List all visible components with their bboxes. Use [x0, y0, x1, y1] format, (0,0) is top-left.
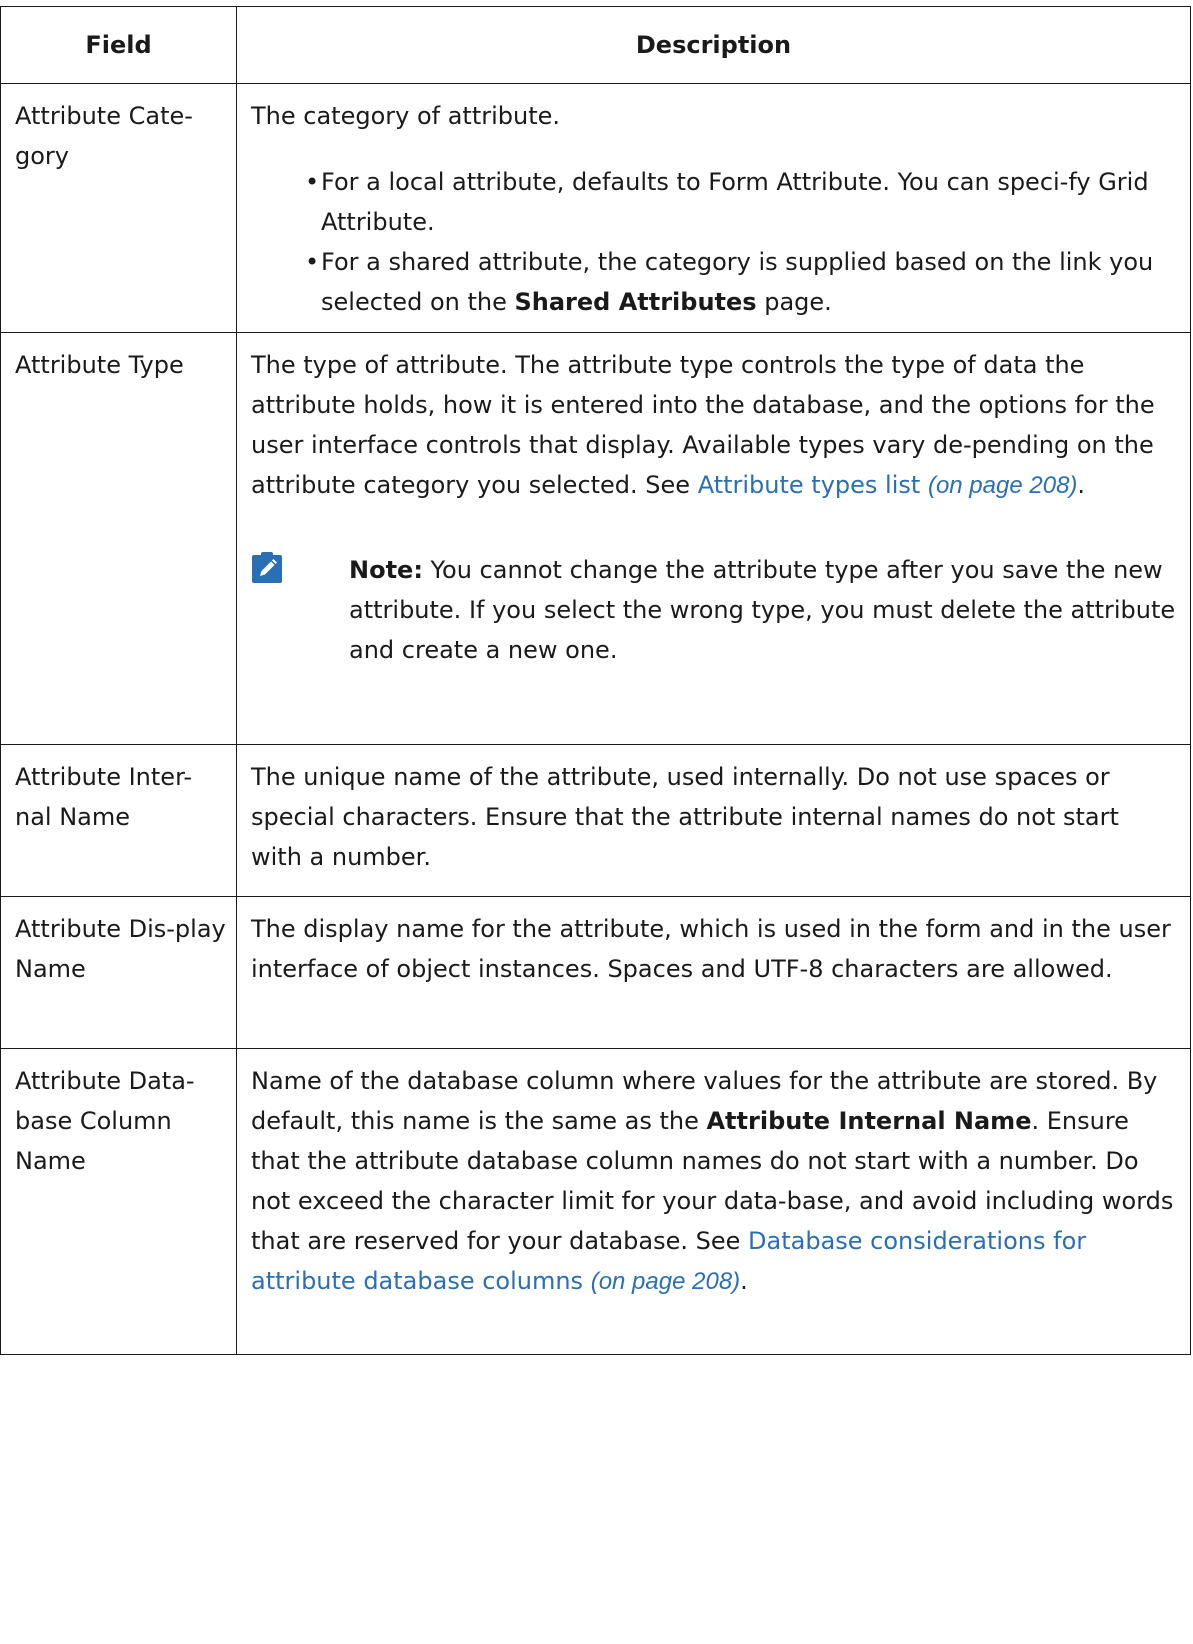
table-row: Attribute Data-base Column Name Name of …	[0, 1048, 1191, 1355]
table-row: Attribute Type The type of attribute. Th…	[0, 332, 1191, 745]
description-end: .	[1077, 471, 1086, 499]
field-name: Attribute Inter-nal Name	[0, 744, 237, 897]
bullet-icon: •	[305, 248, 320, 276]
attribute-types-list-link[interactable]: Attribute types list	[698, 471, 921, 499]
field-description: The display name for the attribute, whic…	[236, 896, 1191, 1049]
field-description: The unique name of the attribute, used i…	[236, 744, 1191, 897]
bold-term: Shared Attributes	[514, 288, 757, 316]
field-name: Attribute Dis-play Name	[0, 896, 237, 1049]
pencil-note-icon	[251, 552, 283, 584]
table-header-row: Field Description	[0, 6, 1191, 84]
description-text: The type of attribute. The attribute typ…	[251, 345, 1176, 506]
description-end: .	[740, 1267, 748, 1295]
header-description: Description	[236, 6, 1191, 84]
list-item: • For a shared attribute, the category i…	[305, 242, 1176, 322]
field-name: Attribute Cate-gory	[0, 83, 237, 333]
bold-term: Attribute Internal Name	[706, 1107, 1032, 1135]
note-callout: Note: You cannot change the attribute ty…	[251, 550, 1176, 670]
description-text: The category of attribute.	[251, 102, 561, 130]
bullet-icon: •	[305, 168, 320, 196]
field-name: Attribute Data-base Column Name	[0, 1048, 237, 1355]
description-text: Name of the database column where values…	[251, 1061, 1176, 1302]
bullet-text: For a local attribute, defaults to Form …	[321, 168, 1149, 236]
field-description: Name of the database column where values…	[236, 1048, 1191, 1355]
header-field: Field	[0, 6, 237, 84]
field-description: The type of attribute. The attribute typ…	[236, 332, 1191, 745]
note-body: You cannot change the attribute type aft…	[349, 556, 1176, 664]
table-row: Attribute Cate-gory The category of attr…	[0, 83, 1191, 333]
field-description: The category of attribute. • For a local…	[236, 83, 1191, 333]
list-item: • For a local attribute, defaults to For…	[305, 162, 1176, 242]
table-row: Attribute Dis-play Name The display name…	[0, 896, 1191, 1049]
note-text: Note: You cannot change the attribute ty…	[349, 550, 1176, 670]
page-reference-link[interactable]: (on page 208)	[928, 472, 1077, 499]
field-name: Attribute Type	[0, 332, 237, 745]
bullet-list: • For a local attribute, defaults to For…	[251, 162, 1176, 322]
bullet-text-end: page.	[756, 288, 832, 316]
page-reference-link[interactable]: (on page 208)	[591, 1268, 740, 1295]
note-label: Note:	[349, 556, 423, 584]
attribute-fields-table: Field Description Attribute Cate-gory Th…	[0, 6, 1191, 1355]
table-row: Attribute Inter-nal Name The unique name…	[0, 744, 1191, 897]
